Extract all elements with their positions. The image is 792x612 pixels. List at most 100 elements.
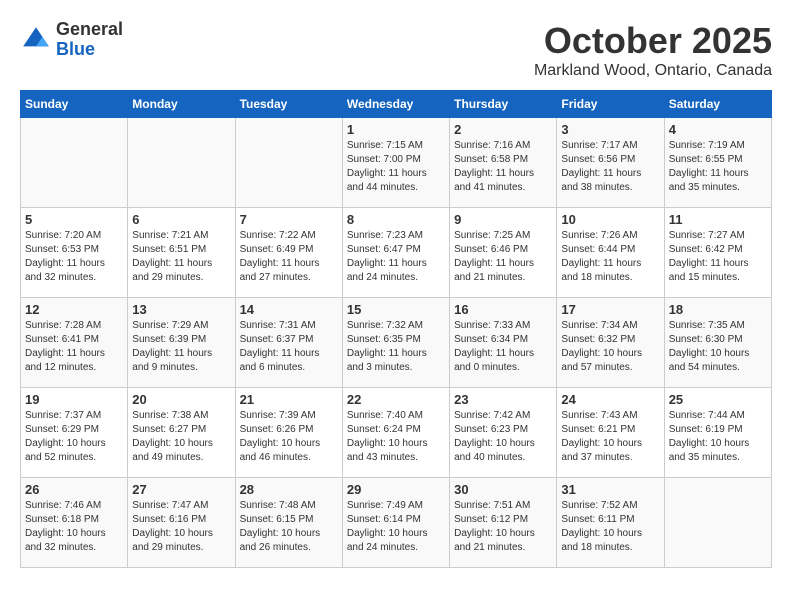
calendar-day-25: 25 Sunrise: 7:44 AM Sunset: 6:19 PM Dayli… (664, 388, 771, 478)
day-number: 6 (132, 212, 230, 227)
calendar-day-26: 26 Sunrise: 7:46 AM Sunset: 6:18 PM Dayli… (21, 478, 128, 568)
logo: General Blue (20, 20, 123, 60)
day-number: 2 (454, 122, 552, 137)
day-info: Sunrise: 7:27 AM Sunset: 6:42 PM Dayligh… (669, 229, 767, 285)
calendar-day-23: 23Sunrise: 7:42 AM Sunset: 6:23 PM Dayli… (450, 388, 557, 478)
day-number: 23 (454, 392, 552, 407)
day-number: 20 (132, 392, 230, 407)
day-info: Sunrise: 7:39 AM Sunset: 6:26 PM Dayligh… (240, 409, 338, 465)
day-info: Sunrise: 7:49 AM Sunset: 6:14 PM Dayligh… (347, 499, 445, 555)
day-number: 3 (561, 122, 659, 137)
day-number: 12 (25, 302, 123, 317)
day-number: 31 (561, 482, 659, 497)
calendar-day-28: 28Sunrise: 7:48 AM Sunset: 6:15 PM Dayli… (235, 478, 342, 568)
weekday-header-thursday: Thursday (450, 91, 557, 118)
calendar-day-1: 1 Sunrise: 7:15 AM Sunset: 7:00 PM Daylig… (342, 118, 449, 208)
day-number: 5 (25, 212, 123, 227)
day-number: 1 (347, 122, 445, 137)
day-number: 17 (561, 302, 659, 317)
calendar-day-13: 13Sunrise: 7:29 AM Sunset: 6:39 PM Dayli… (128, 298, 235, 388)
calendar-week-5: 26 Sunrise: 7:46 AM Sunset: 6:18 PM Dayli… (21, 478, 772, 568)
calendar-table: SundayMondayTuesdayWednesdayThursdayFrid… (20, 90, 772, 568)
empty-cell (235, 118, 342, 208)
day-info: Sunrise: 7:40 AM Sunset: 6:24 PM Dayligh… (347, 409, 445, 465)
day-info: Sunrise: 7:19 AM Sunset: 6:55 PM Dayligh… (669, 139, 767, 195)
day-info: Sunrise: 7:23 AM Sunset: 6:47 PM Dayligh… (347, 229, 445, 285)
calendar-header: SundayMondayTuesdayWednesdayThursdayFrid… (21, 91, 772, 118)
day-info: Sunrise: 7:32 AM Sunset: 6:35 PM Dayligh… (347, 319, 445, 375)
calendar-day-2: 2 Sunrise: 7:16 AM Sunset: 6:58 PM Daylig… (450, 118, 557, 208)
weekday-header-saturday: Saturday (664, 91, 771, 118)
day-info: Sunrise: 7:46 AM Sunset: 6:18 PM Dayligh… (25, 499, 123, 555)
calendar-day-6: 6 Sunrise: 7:21 AM Sunset: 6:51 PM Daylig… (128, 208, 235, 298)
calendar-day-4: 4 Sunrise: 7:19 AM Sunset: 6:55 PM Daylig… (664, 118, 771, 208)
weekday-header-sunday: Sunday (21, 91, 128, 118)
day-info: Sunrise: 7:21 AM Sunset: 6:51 PM Dayligh… (132, 229, 230, 285)
weekday-header-friday: Friday (557, 91, 664, 118)
location-subtitle: Markland Wood, Ontario, Canada (534, 62, 772, 80)
calendar-day-11: 11 Sunrise: 7:27 AM Sunset: 6:42 PM Dayli… (664, 208, 771, 298)
day-number: 15 (347, 302, 445, 317)
day-info: Sunrise: 7:47 AM Sunset: 6:16 PM Dayligh… (132, 499, 230, 555)
calendar-day-17: 17 Sunrise: 7:34 AM Sunset: 6:32 PM Dayli… (557, 298, 664, 388)
calendar-day-19: 19Sunrise: 7:37 AM Sunset: 6:29 PM Dayli… (21, 388, 128, 478)
logo-general: General (56, 20, 123, 40)
day-number: 16 (454, 302, 552, 317)
calendar-day-18: 18 Sunrise: 7:35 AM Sunset: 6:30 PM Dayli… (664, 298, 771, 388)
day-number: 25 (669, 392, 767, 407)
day-info: Sunrise: 7:34 AM Sunset: 6:32 PM Dayligh… (561, 319, 659, 375)
day-number: 8 (347, 212, 445, 227)
page-header: General Blue October 2025 Markland Wood,… (20, 20, 772, 80)
calendar-day-3: 3 Sunrise: 7:17 AM Sunset: 6:56 PM Daylig… (557, 118, 664, 208)
empty-cell (664, 478, 771, 568)
calendar-day-14: 14 Sunrise: 7:31 AM Sunset: 6:37 PM Dayli… (235, 298, 342, 388)
day-info: Sunrise: 7:43 AM Sunset: 6:21 PM Dayligh… (561, 409, 659, 465)
logo-blue: Blue (56, 40, 123, 60)
calendar-week-2: 5 Sunrise: 7:20 AM Sunset: 6:53 PM Daylig… (21, 208, 772, 298)
day-info: Sunrise: 7:51 AM Sunset: 6:12 PM Dayligh… (454, 499, 552, 555)
calendar-week-3: 12 Sunrise: 7:28 AM Sunset: 6:41 PM Dayli… (21, 298, 772, 388)
calendar-day-8: 8 Sunrise: 7:23 AM Sunset: 6:47 PM Daylig… (342, 208, 449, 298)
day-number: 9 (454, 212, 552, 227)
calendar-week-4: 19Sunrise: 7:37 AM Sunset: 6:29 PM Dayli… (21, 388, 772, 478)
day-info: Sunrise: 7:33 AM Sunset: 6:34 PM Dayligh… (454, 319, 552, 375)
day-info: Sunrise: 7:20 AM Sunset: 6:53 PM Dayligh… (25, 229, 123, 285)
calendar-day-29: 29Sunrise: 7:49 AM Sunset: 6:14 PM Dayli… (342, 478, 449, 568)
day-number: 28 (240, 482, 338, 497)
calendar-day-27: 27Sunrise: 7:47 AM Sunset: 6:16 PM Dayli… (128, 478, 235, 568)
day-info: Sunrise: 7:44 AM Sunset: 6:19 PM Dayligh… (669, 409, 767, 465)
month-title: October 2025 (534, 20, 772, 62)
day-info: Sunrise: 7:31 AM Sunset: 6:37 PM Dayligh… (240, 319, 338, 375)
title-block: October 2025 Markland Wood, Ontario, Can… (534, 20, 772, 80)
weekday-row: SundayMondayTuesdayWednesdayThursdayFrid… (21, 91, 772, 118)
day-info: Sunrise: 7:17 AM Sunset: 6:56 PM Dayligh… (561, 139, 659, 195)
day-info: Sunrise: 7:28 AM Sunset: 6:41 PM Dayligh… (25, 319, 123, 375)
calendar-day-24: 24Sunrise: 7:43 AM Sunset: 6:21 PM Dayli… (557, 388, 664, 478)
logo-icon (20, 24, 52, 56)
calendar-week-1: 1 Sunrise: 7:15 AM Sunset: 7:00 PM Daylig… (21, 118, 772, 208)
weekday-header-tuesday: Tuesday (235, 91, 342, 118)
day-number: 30 (454, 482, 552, 497)
day-info: Sunrise: 7:35 AM Sunset: 6:30 PM Dayligh… (669, 319, 767, 375)
calendar-day-7: 7Sunrise: 7:22 AM Sunset: 6:49 PM Daylig… (235, 208, 342, 298)
logo-text: General Blue (56, 20, 123, 60)
calendar-day-9: 9Sunrise: 7:25 AM Sunset: 6:46 PM Daylig… (450, 208, 557, 298)
day-info: Sunrise: 7:16 AM Sunset: 6:58 PM Dayligh… (454, 139, 552, 195)
calendar-day-22: 22Sunrise: 7:40 AM Sunset: 6:24 PM Dayli… (342, 388, 449, 478)
calendar-day-5: 5 Sunrise: 7:20 AM Sunset: 6:53 PM Daylig… (21, 208, 128, 298)
day-number: 13 (132, 302, 230, 317)
day-number: 14 (240, 302, 338, 317)
calendar-day-16: 16 Sunrise: 7:33 AM Sunset: 6:34 PM Dayli… (450, 298, 557, 388)
day-info: Sunrise: 7:15 AM Sunset: 7:00 PM Dayligh… (347, 139, 445, 195)
calendar-day-30: 30 Sunrise: 7:51 AM Sunset: 6:12 PM Dayli… (450, 478, 557, 568)
day-number: 18 (669, 302, 767, 317)
weekday-header-wednesday: Wednesday (342, 91, 449, 118)
calendar-day-15: 15 Sunrise: 7:32 AM Sunset: 6:35 PM Dayli… (342, 298, 449, 388)
calendar-body: 1 Sunrise: 7:15 AM Sunset: 7:00 PM Daylig… (21, 118, 772, 568)
day-number: 4 (669, 122, 767, 137)
calendar-day-21: 21Sunrise: 7:39 AM Sunset: 6:26 PM Dayli… (235, 388, 342, 478)
calendar-day-10: 10Sunrise: 7:26 AM Sunset: 6:44 PM Dayli… (557, 208, 664, 298)
day-number: 26 (25, 482, 123, 497)
empty-cell (21, 118, 128, 208)
day-number: 11 (669, 212, 767, 227)
